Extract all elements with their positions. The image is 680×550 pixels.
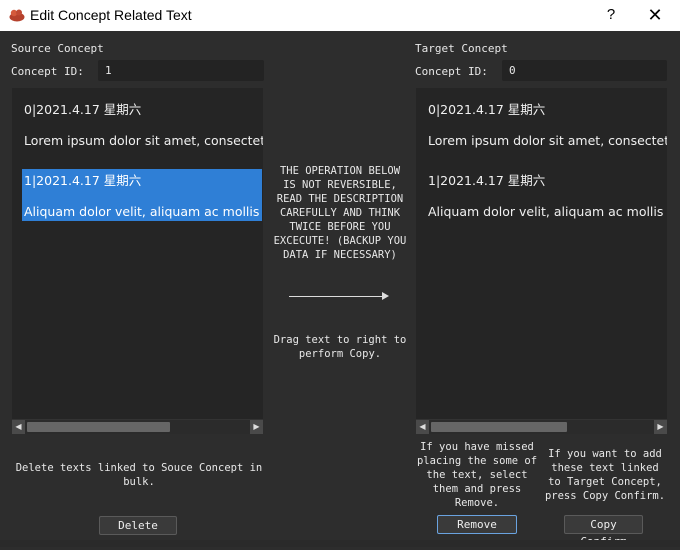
horizontal-scrollbar[interactable]: ◀ ▶ [12,419,263,434]
close-icon[interactable]: ✕ [640,4,670,26]
list-item-body[interactable]: Lorem ipsum dolor sit amet, consectetur [428,133,667,148]
source-concept-id-field[interactable]: 1 [98,60,264,81]
scroll-left-icon[interactable]: ◀ [416,420,429,434]
window-bottom-edge [0,540,680,547]
list-item-body[interactable]: Aliquam dolor velit, aliquam ac mollis a… [24,204,263,219]
source-concept-heading: Source Concept [11,42,104,55]
title-bar: Edit Concept Related Text ? ✕ [0,0,680,31]
right-arrow-line [289,296,385,297]
right-arrow-icon [382,292,389,300]
list-item-header[interactable]: 1|2021.4.17 星期六 [428,170,545,189]
source-text-list[interactable]: 0|2021.4.17 星期六 Lorem ipsum dolor sit am… [12,88,263,434]
irreversible-warning: THE OPERATION BELOW IS NOT REVERSIBLE, R… [273,165,407,261]
copy-confirm-button[interactable]: Copy Confirm [564,515,643,548]
list-item-header[interactable]: 0|2021.4.17 星期六 [24,99,141,118]
scrollbar-thumb[interactable] [431,422,567,432]
remove-button[interactable]: Remove [437,515,517,534]
remove-hint: If you have missed placing the some of t… [416,441,538,509]
scroll-right-icon[interactable]: ▶ [250,420,263,434]
list-item-header[interactable]: 1|2021.4.17 星期六 [24,170,141,189]
list-item-body[interactable]: Aliquam dolor velit, aliquam ac mollis a… [428,204,667,219]
target-concept-id-label: Concept ID: [415,65,488,78]
scroll-right-icon[interactable]: ▶ [654,420,667,434]
help-icon[interactable]: ? [596,4,626,26]
scrollbar-thumb[interactable] [27,422,170,432]
drag-hint: Drag text to right to perform Copy. [273,334,407,360]
target-text-list[interactable]: 0|2021.4.17 星期六 Lorem ipsum dolor sit am… [416,88,667,434]
scroll-left-icon[interactable]: ◀ [12,420,25,434]
delete-hint: Delete texts linked to Souce Concept in … [15,462,263,488]
delete-button[interactable]: Delete [99,516,177,535]
target-concept-id-field[interactable]: 0 [502,60,667,81]
list-item-header[interactable]: 0|2021.4.17 星期六 [428,99,545,118]
source-concept-id-label: Concept ID: [11,65,84,78]
list-item-body[interactable]: Lorem ipsum dolor sit amet, consectetur [24,133,263,148]
target-concept-heading: Target Concept [415,42,508,55]
horizontal-scrollbar[interactable]: ◀ ▶ [416,419,667,434]
app-logo-icon [9,9,25,22]
copy-hint: If you want to add these text linked to … [544,448,666,502]
window-title: Edit Concept Related Text [30,7,192,23]
